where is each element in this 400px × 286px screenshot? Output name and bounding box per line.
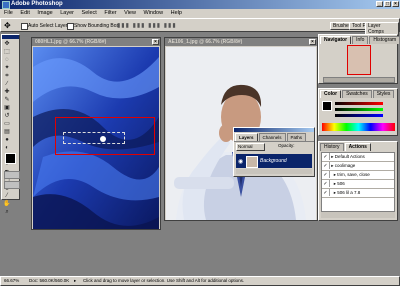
- menu-select[interactable]: Select: [82, 10, 97, 16]
- status-doc-size: Doc: 560.0K/560.0K: [29, 278, 70, 283]
- status-hint: Click and drag to move layer or selectio…: [83, 278, 245, 283]
- slider-g[interactable]: [335, 108, 383, 111]
- color-fg-swatch[interactable]: [322, 101, 332, 111]
- action-item-label: 506 lil a 7.8: [337, 190, 361, 195]
- move-tool-preset-icon[interactable]: ✥: [4, 21, 11, 30]
- layer-visibility-eye-icon[interactable]: ◉: [238, 158, 243, 165]
- history-brush-icon[interactable]: ↺: [3, 112, 11, 120]
- action-item[interactable]: ✓ ▸ coolimage: [322, 162, 394, 171]
- layers-palette: Layers Channels Paths Normal Opacity: ◉ Ba…: [233, 127, 315, 177]
- menu-help[interactable]: Help: [171, 10, 182, 16]
- tab-swatches[interactable]: Swatches: [342, 90, 372, 98]
- color-palette: Color Swatches Styles: [318, 88, 398, 136]
- close-button[interactable]: ×: [392, 1, 399, 7]
- show-bounding-label: Show Bounding Box: [74, 23, 120, 29]
- menu-window[interactable]: Window: [144, 10, 164, 16]
- align-buttons[interactable]: ▮▮▮ ▮▮▮ ▮▮▮ ▮▮▮: [117, 22, 177, 29]
- magic-wand-icon[interactable]: ✦: [3, 64, 11, 72]
- action-item[interactable]: ✓ ▸ 506 lil a 7.8: [322, 189, 394, 198]
- doc2-title-bar: AE106_1.jpg @ 66.7% (RGB/8#) ×: [165, 38, 317, 46]
- actions-palette: History Actions ✓ ▸ Default Actions ✓ ▸ c…: [318, 141, 398, 221]
- app-title: Adobe Photoshop: [11, 1, 63, 7]
- blend-mode-select[interactable]: Normal: [236, 143, 265, 151]
- move-icon[interactable]: ✥: [3, 40, 11, 48]
- status-bar: 66.67% Doc: 560.0K/560.0K ▸ Click and dr…: [0, 276, 400, 286]
- status-zoom: 66.67%: [4, 278, 20, 283]
- action-item-label: trim, save, close: [337, 172, 370, 177]
- action-item-label: 506: [337, 181, 345, 186]
- menu-view[interactable]: View: [124, 10, 136, 16]
- layer-thumbnail: [246, 156, 258, 168]
- heal-icon[interactable]: ✚: [3, 88, 11, 96]
- show-bounding-checkbox[interactable]: [67, 23, 74, 30]
- tab-navigator[interactable]: Navigator: [320, 36, 352, 44]
- navigator-palette: Navigator Info Histogram: [318, 34, 400, 84]
- screen-mode-buttons[interactable]: [4, 181, 20, 189]
- menu-layer[interactable]: Layer: [60, 10, 74, 16]
- slice-icon[interactable]: ∕: [3, 80, 11, 88]
- stamp-icon[interactable]: ▣: [3, 104, 11, 112]
- tab-actions[interactable]: Actions: [344, 143, 371, 151]
- document-window-1[interactable]: 080HL1.jpg @ 66.7% (RGB/8#) ×: [31, 37, 161, 230]
- menu-image[interactable]: Image: [37, 10, 52, 16]
- brush-icon[interactable]: ✎: [3, 96, 11, 104]
- layer-name: Background: [260, 158, 287, 164]
- tab-histogram[interactable]: Histogram: [369, 36, 400, 44]
- tab-info[interactable]: Info: [352, 36, 369, 44]
- menu-edit[interactable]: Edit: [20, 10, 29, 16]
- doc1-title: 080HL1.jpg @ 66.7% (RGB/8#): [35, 39, 107, 45]
- actions-bottom-buttons[interactable]: [321, 212, 395, 218]
- layer-row-background[interactable]: ◉ Background: [236, 154, 312, 168]
- eyedropper-icon[interactable]: ⁄: [3, 192, 11, 200]
- lasso-icon[interactable]: ◌: [3, 56, 11, 64]
- auto-select-checkbox[interactable]: [21, 23, 28, 30]
- quick-mask-buttons[interactable]: [4, 171, 20, 179]
- auto-select-label: Auto Select Layer: [28, 23, 68, 29]
- red-highlight-box: [55, 117, 155, 155]
- doc1-title-bar: 080HL1.jpg @ 66.7% (RGB/8#) ×: [32, 38, 160, 46]
- layers-bottom-buttons[interactable]: [236, 169, 312, 174]
- menu-filter[interactable]: Filter: [104, 10, 116, 16]
- navigator-zoom-slider[interactable]: [323, 77, 395, 83]
- gradient-icon[interactable]: ▤: [3, 128, 11, 136]
- color-ramp[interactable]: [322, 123, 395, 131]
- hand-icon[interactable]: ✋: [3, 200, 11, 208]
- status-arrow-icon[interactable]: ▸: [74, 277, 76, 285]
- maximize-button[interactable]: □: [384, 1, 391, 7]
- doc1-close-button[interactable]: ×: [152, 39, 159, 45]
- tab-paths[interactable]: Paths: [286, 133, 307, 141]
- action-item[interactable]: ✓ ▸ trim, save, close: [322, 171, 394, 180]
- app-icon: [2, 1, 10, 9]
- options-bar: ✥ Auto Select Layer Show Bounding Box ▮▮…: [0, 18, 400, 36]
- tab-color[interactable]: Color: [320, 90, 342, 98]
- tab-layers[interactable]: Layers: [235, 133, 258, 141]
- eraser-icon[interactable]: ▭: [3, 120, 11, 128]
- app-title-bar: Adobe Photoshop _ □ ×: [0, 0, 400, 9]
- tab-history[interactable]: History: [320, 143, 344, 151]
- crop-icon[interactable]: ⌗: [3, 72, 11, 80]
- action-item-label: coolimage: [334, 163, 356, 168]
- action-set-default[interactable]: ✓ ▸ Default Actions: [322, 153, 394, 162]
- slider-b[interactable]: [335, 114, 383, 117]
- tab-styles[interactable]: Styles: [372, 90, 395, 98]
- action-item[interactable]: ✓ ▸ 506: [322, 180, 394, 189]
- tab-channels[interactable]: Channels: [258, 133, 286, 141]
- dodge-icon[interactable]: ◐: [3, 144, 11, 152]
- slider-r[interactable]: [335, 102, 383, 105]
- minimize-button[interactable]: _: [376, 1, 383, 7]
- doc1-canvas[interactable]: [33, 47, 159, 229]
- zoom-icon[interactable]: ⌕: [3, 208, 11, 216]
- marquee-icon[interactable]: ⬚: [3, 48, 11, 56]
- action-item-label: Default Actions: [334, 154, 365, 159]
- opacity-label: Opacity:: [278, 143, 295, 148]
- foreground-color-swatch[interactable]: [5, 153, 16, 164]
- toolbox: ✥⬚ ◌✦ ⌗∕ ✚✎ ▣↺ ▭▤ ●◐ ➤T ✒▢ ▯⁄ ✋⌕: [1, 34, 20, 215]
- navigator-preview[interactable]: [347, 45, 371, 75]
- doc2-close-button[interactable]: ×: [309, 39, 316, 45]
- blur-icon[interactable]: ●: [3, 136, 11, 144]
- menu-file[interactable]: File: [4, 10, 13, 16]
- menu-bar: File Edit Image Layer Select Filter View…: [0, 9, 400, 18]
- doc2-title: AE106_1.jpg @ 66.7% (RGB/8#): [168, 39, 243, 45]
